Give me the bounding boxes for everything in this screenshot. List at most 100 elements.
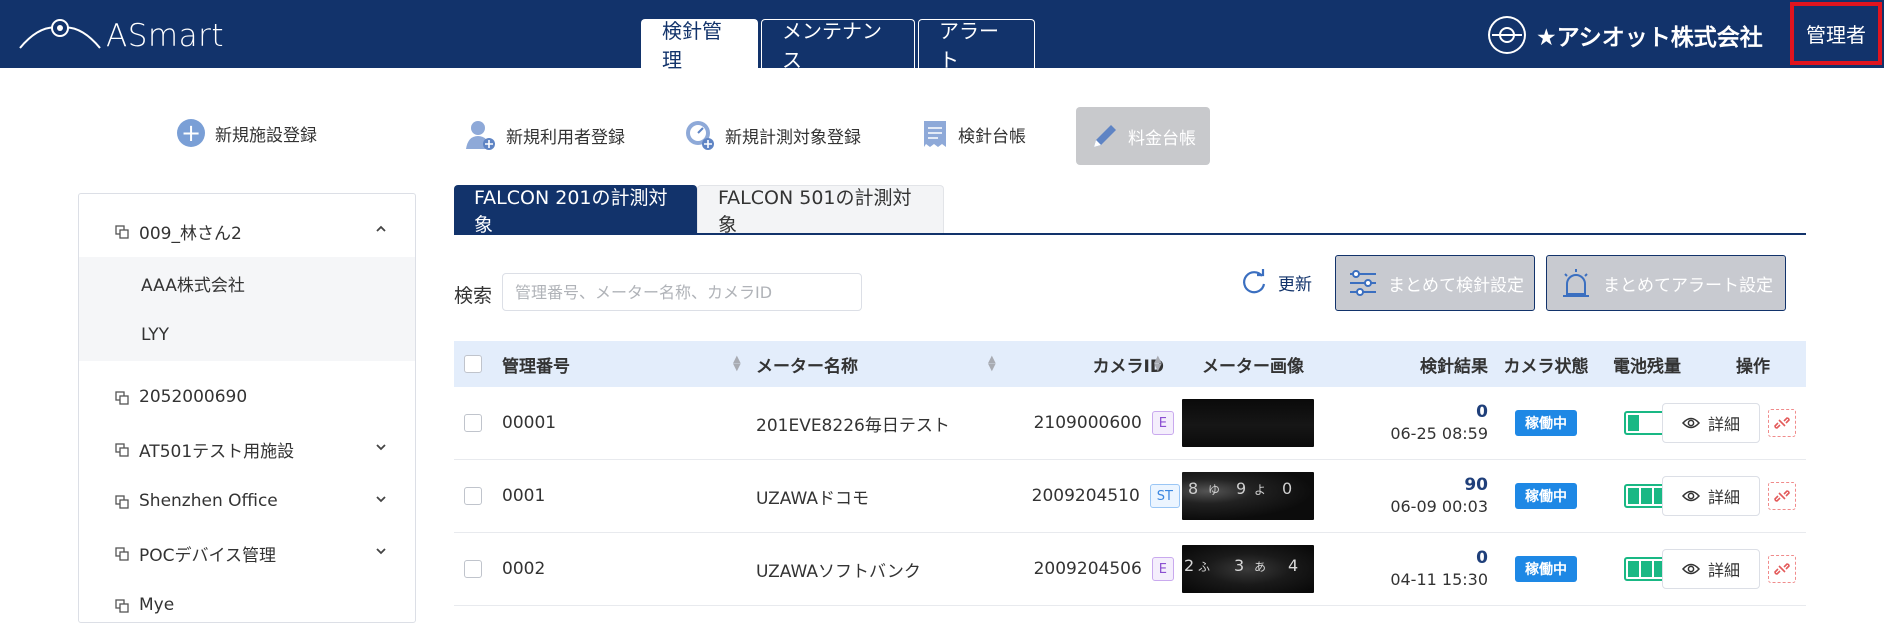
bulk-reading-settings-button[interactable]: まとめて検針設定 [1335,255,1535,311]
building-icon [115,224,129,239]
new-target-button[interactable]: 新規計測対象登録 [685,119,861,151]
row-checkbox[interactable] [464,560,482,578]
tree-subitem[interactable]: AAA株式会社 [79,257,415,309]
select-all-checkbox[interactable] [464,355,482,373]
tree-item-label: 2052000690 [139,387,248,407]
row-camera-id: 2009204506 [1033,559,1142,579]
status-badge: 稼働中 [1515,556,1577,582]
search-label: 検索 [454,285,493,307]
admin-button[interactable]: 管理者 [1790,2,1882,65]
meter-table: 管理番号 ▲ ▼ メーター名称 ▲ ▼ カメラID ▲ ▼ メーター画像 検針結果 カ… [454,341,1806,606]
fee-ledger-button[interactable]: 料金台帳 [1076,107,1210,165]
tree-item-facility[interactable]: Shenzhen Office [79,475,415,527]
tree-item-label: 009_林さん2 [139,223,242,244]
meter-image[interactable]: 2ふ 3あ 4 [1182,533,1314,605]
row-id: 0001 [502,486,546,506]
ledger-icon [924,121,946,147]
refresh-icon [1243,269,1266,294]
svg-text:3: 3 [1234,556,1244,575]
search-input[interactable] [502,273,862,311]
chevron-down-icon[interactable] [375,441,387,457]
chevron-down-icon[interactable] [375,545,387,561]
new-target-label: 新規計測対象登録 [725,127,861,148]
building-icon [115,390,129,405]
sort-icon[interactable]: ▲ ▼ [980,341,996,387]
row-meter-name: UZAWAソフトバンク [756,561,921,582]
new-user-label: 新規利用者登録 [506,127,625,148]
tree-item-facility[interactable]: Mye [79,579,415,631]
col-id-header[interactable]: 管理番号 [502,341,570,387]
svg-text:9: 9 [1236,479,1246,498]
new-user-button[interactable]: 新規利用者登録 [466,119,625,151]
building-icon [115,598,129,613]
col-battery-header: 電池残量 [1602,341,1692,387]
col-operation-header: 操作 [1704,341,1802,387]
tab-falcon-501[interactable]: FALCON 501の計測対象 [697,185,944,236]
sort-icon[interactable]: ▲ ▼ [1146,341,1162,387]
reading-ledger-button[interactable]: 検針台帳 [922,119,1026,149]
facility-tree: 009_林さん2 AAA株式会社 LYY 2052000690 AT501テスト… [78,193,416,623]
col-id-label: 管理番号 [502,356,570,377]
row-checkbox[interactable] [464,487,482,505]
detail-button[interactable]: 詳細 [1662,476,1760,516]
new-facility-button[interactable]: + 新規施設登録 [177,119,317,147]
row-result: 0 06-25 08:59 [1334,387,1488,459]
detail-label: 詳細 [1707,415,1740,434]
table-row: 00001 201EVE8226毎日テスト 2109000600 E 0 06-… [454,387,1806,460]
unlink-icon [1774,417,1790,429]
tree-item-facility[interactable]: POCデバイス管理 [79,527,415,579]
detail-button[interactable]: 詳細 [1662,403,1760,443]
tree-item-label: Mye [139,595,175,615]
tab-maintenance[interactable]: メンテナンス [761,19,915,72]
row-id: 00001 [502,413,557,433]
new-facility-label: 新規施設登録 [215,125,317,146]
row-id: 0002 [502,559,546,579]
tab-reading-management[interactable]: 検針管理 [641,19,758,72]
bulk-alert-settings-button[interactable]: まとめてアラート設定 [1546,255,1786,311]
chevron-down-icon[interactable] [375,493,387,509]
tab-alert[interactable]: アラート [918,19,1035,72]
tree-subitem[interactable]: LYY [79,309,415,361]
unlink-button[interactable] [1768,482,1796,510]
col-meter-name-label: メーター名称 [756,356,858,377]
row-camera: 2109000600 E [1014,387,1174,459]
unlink-button[interactable] [1768,555,1796,583]
app-header: ASmart 検針管理 メンテナンス アラート ★アシオット株式会社 管理者 [0,0,1884,72]
building-icon [115,546,129,561]
tree-item-facility[interactable]: AT501テスト用施設 [79,423,415,475]
tab-falcon-201[interactable]: FALCON 201の計測対象 [454,185,697,236]
tree-item-facility[interactable]: 2052000690 [79,371,415,423]
table-row: 0001 UZAWAドコモ 2009204510 ST 8ゆ 9よ 0 90 06… [454,460,1806,533]
company-name: ★アシオット株式会社 [1536,25,1763,51]
reading-ledger-label: 検針台帳 [958,126,1026,147]
tree-item-label: POCデバイス管理 [139,545,276,566]
unlink-button[interactable] [1768,409,1796,437]
col-meter-image-header: メーター画像 [1174,341,1332,387]
eye-icon [1681,417,1700,429]
chevron-up-icon[interactable] [375,223,387,239]
sort-icon[interactable]: ▲ ▼ [725,341,741,387]
tree-item-facility[interactable]: 009_林さん2 [79,205,415,257]
building-icon [115,494,129,509]
col-result-label: 検針結果 [1420,356,1488,377]
row-meter-name: UZAWAドコモ [756,488,869,509]
meter-image[interactable]: 8ゆ 9よ 0 [1182,460,1314,532]
svg-text:2: 2 [1184,556,1194,575]
app-logo[interactable]: ASmart [18,12,238,58]
unlink-icon [1774,490,1790,502]
result-time: 04-11 15:30 [1390,570,1488,589]
col-meter-name-header[interactable]: メーター名称 [756,341,858,387]
add-user-icon [466,121,495,150]
add-meter-icon [686,121,714,150]
row-meter-name: 201EVE8226毎日テスト [756,415,950,436]
svg-text:ゆ: ゆ [1208,483,1220,497]
svg-text:4: 4 [1288,556,1298,575]
svg-text:ふ: ふ [1198,560,1210,574]
col-meter-image-label: メーター画像 [1202,356,1304,377]
result-time: 06-25 08:59 [1390,424,1488,443]
refresh-button[interactable]: 更新 [1240,268,1312,296]
svg-text:0: 0 [1282,479,1292,498]
detail-button[interactable]: 詳細 [1662,549,1760,589]
row-checkbox[interactable] [464,414,482,432]
meter-image[interactable] [1182,387,1314,459]
